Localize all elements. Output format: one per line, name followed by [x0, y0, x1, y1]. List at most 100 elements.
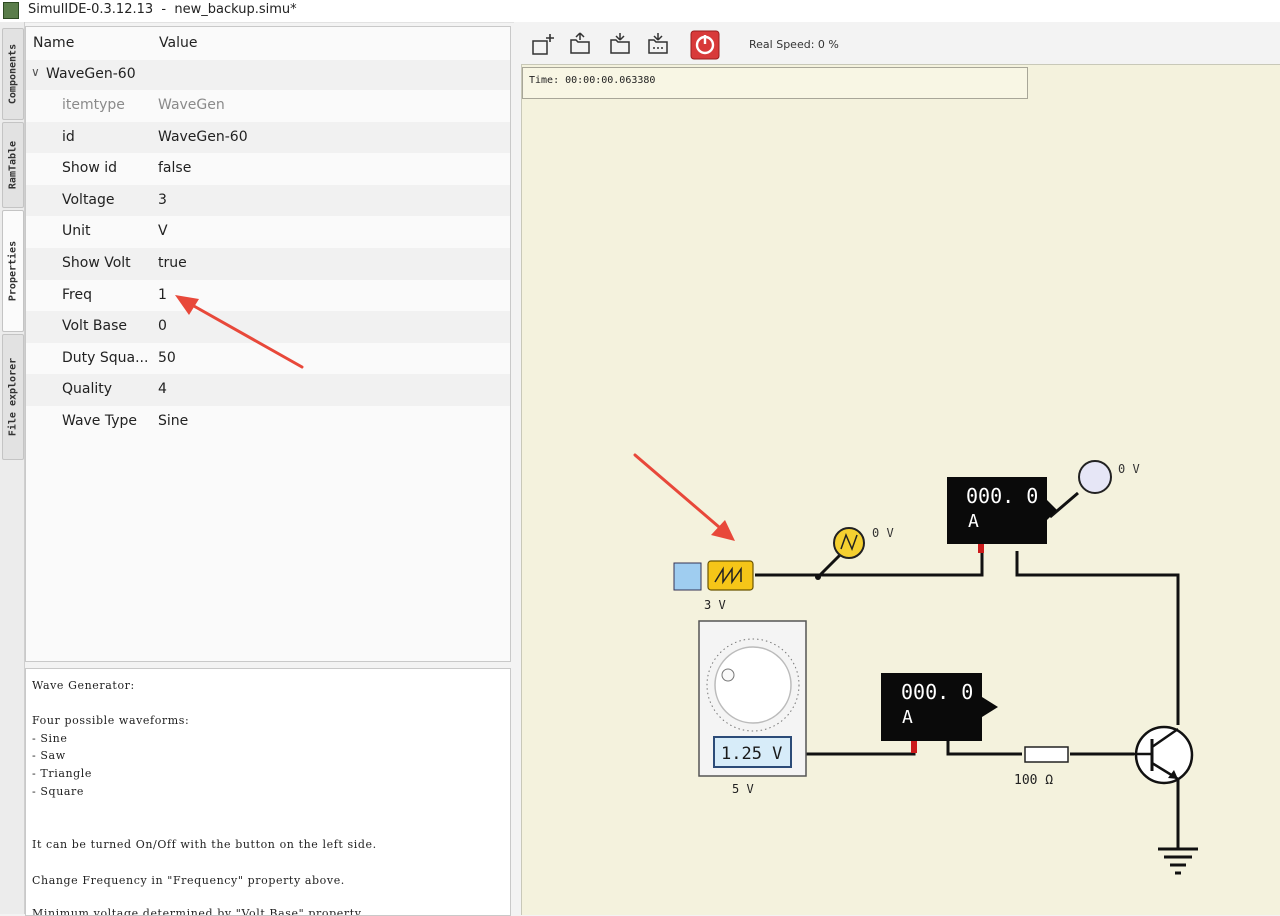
supply-knob-marker [721, 668, 735, 682]
window-title: SimulIDE-0.3.12.13 - new_backup.simu* [28, 2, 297, 17]
property-row-id[interactable]: id WaveGen-60 [26, 121, 510, 154]
property-name: Volt Base [62, 318, 127, 335]
property-value[interactable]: WaveGen-60 [158, 129, 248, 145]
ammeter-2-unit: A [902, 707, 913, 728]
tab-label: File explorer [7, 357, 19, 437]
tab-label: Properties [7, 240, 19, 302]
wavegen-switch-button[interactable] [673, 562, 702, 591]
ammeter-1[interactable]: 000. 0 A [947, 477, 1057, 553]
help-line: Change Frequency in "Frequency" property… [32, 874, 345, 887]
tab-label: Components [7, 43, 19, 105]
wavegen-body[interactable] [707, 560, 754, 591]
wire [1049, 491, 1079, 519]
property-value: WaveGen [158, 97, 225, 113]
annotation-arrow-freq [175, 295, 304, 369]
help-line: - Triangle [32, 767, 93, 780]
supply-knob[interactable] [714, 646, 792, 724]
ammeter-2[interactable]: 000. 0 A [881, 673, 998, 753]
properties-panel: Name Value ∨ WaveGen-60 itemtype WaveGen … [25, 26, 511, 662]
variable-voltage-source[interactable]: 1.25 V 5 V [698, 620, 807, 796]
ammeter-1-unit: A [968, 511, 979, 532]
tab-ramtable[interactable]: RamTable [2, 122, 24, 208]
circuit-toolbar: Real Speed: 0 % [514, 22, 1280, 64]
ammeter-2-pin [911, 741, 917, 753]
property-name: Quality [62, 381, 113, 398]
ammeter-2-value: 000. 0 [901, 680, 973, 704]
property-value[interactable]: 1 [158, 287, 167, 303]
property-row-show-volt[interactable]: Show Volt true [26, 248, 510, 280]
voltage-probe-2[interactable]: 0 V [1078, 460, 1140, 494]
property-name: Duty Squa... [62, 349, 149, 366]
tab-properties[interactable]: Properties [2, 210, 24, 332]
property-value[interactable]: V [158, 223, 168, 239]
help-line: Minimum voltage determined by "Volt Base… [32, 907, 365, 916]
resistor[interactable]: 100 Ω [1014, 746, 1069, 788]
wire [755, 551, 984, 577]
ammeter-1-pin [978, 544, 984, 553]
tab-components[interactable]: Components [2, 28, 24, 120]
property-value[interactable]: 4 [158, 381, 167, 397]
property-name: Freq [62, 286, 92, 303]
property-name: Voltage [62, 191, 115, 208]
wire [804, 741, 916, 756]
wave-generator[interactable]: 3 V [673, 560, 754, 612]
annotation-arrow-wavegen [633, 453, 735, 541]
help-panel: Wave Generator: Four possible waveforms:… [25, 668, 511, 916]
save-as-icon[interactable] [646, 32, 672, 56]
title-bar: SimulIDE-0.3.12.13 - new_backup.simu* [0, 0, 1280, 23]
wires [755, 491, 1180, 848]
resistor-body [1024, 746, 1069, 763]
real-speed-label: Real Speed: 0 % [749, 38, 839, 51]
value-column-header: Value [159, 35, 198, 51]
property-name: id [62, 128, 75, 145]
wire [1015, 551, 1180, 725]
property-name: Show Volt [62, 255, 131, 271]
property-name: Wave Type [62, 413, 138, 429]
name-column-header: Name [33, 35, 75, 51]
help-line: Wave Generator: [32, 679, 135, 692]
supply-display-value: 1.25 V [721, 744, 782, 764]
property-value[interactable]: 3 [158, 192, 167, 208]
property-value[interactable]: Sine [158, 413, 188, 429]
property-row-unit[interactable]: Unit V [26, 216, 510, 248]
tab-file-explorer[interactable]: File explorer [2, 334, 24, 460]
property-value[interactable]: true [158, 255, 187, 271]
wavegen-voltage-label: 3 V [704, 598, 726, 612]
probe-1-label: 0 V [872, 526, 894, 540]
supply-voltage-label: 5 V [732, 782, 754, 796]
help-line: - Square [32, 785, 85, 798]
power-icon[interactable] [690, 30, 720, 60]
group-label: WaveGen-60 [46, 66, 136, 82]
circuit-drawing: 3 V 0 V 000. 0 A 0 V 1.25 V 5 V 000. 0 A… [633, 453, 1198, 875]
property-row-itemtype[interactable]: itemtype WaveGen [26, 90, 510, 122]
app-icon [3, 2, 19, 19]
help-line: - Sine [32, 732, 68, 745]
circuit-canvas[interactable]: Time: 00:00:00.063380 3 V 0 V 000. 0 A 0… [521, 64, 1280, 915]
save-circuit-icon[interactable] [608, 32, 634, 56]
group-row[interactable]: ∨ WaveGen-60 [26, 60, 510, 90]
voltage-probe-1[interactable]: 0 V [815, 526, 894, 580]
help-line: It can be turned On/Off with the button … [32, 838, 377, 851]
property-row-show-id[interactable]: Show id false [26, 153, 510, 185]
probe-2-label: 0 V [1118, 462, 1140, 476]
ground-symbol [1158, 847, 1198, 875]
ammeter-1-value: 000. 0 [966, 484, 1038, 508]
property-name: Unit [62, 223, 91, 240]
property-name: Show id [62, 160, 118, 177]
chevron-down-icon[interactable]: ∨ [31, 65, 40, 79]
resistor-label: 100 Ω [1014, 773, 1053, 788]
help-line: - Saw [32, 749, 66, 762]
side-tab-bar: Components RamTable Properties File expl… [0, 22, 25, 914]
wire [946, 741, 1022, 756]
property-value[interactable]: false [158, 160, 191, 176]
property-row-quality[interactable]: Quality 4 [26, 374, 510, 406]
property-value[interactable]: 0 [158, 318, 167, 334]
transistor[interactable] [1134, 725, 1194, 785]
open-circuit-icon[interactable] [568, 32, 594, 56]
new-circuit-icon[interactable] [530, 32, 556, 56]
tab-label: RamTable [7, 140, 19, 190]
property-name: itemtype [62, 97, 125, 113]
property-row-voltage[interactable]: Voltage 3 [26, 184, 510, 217]
property-row-wave-type[interactable]: Wave Type Sine [26, 406, 510, 438]
help-line: Four possible waveforms: [32, 714, 190, 727]
